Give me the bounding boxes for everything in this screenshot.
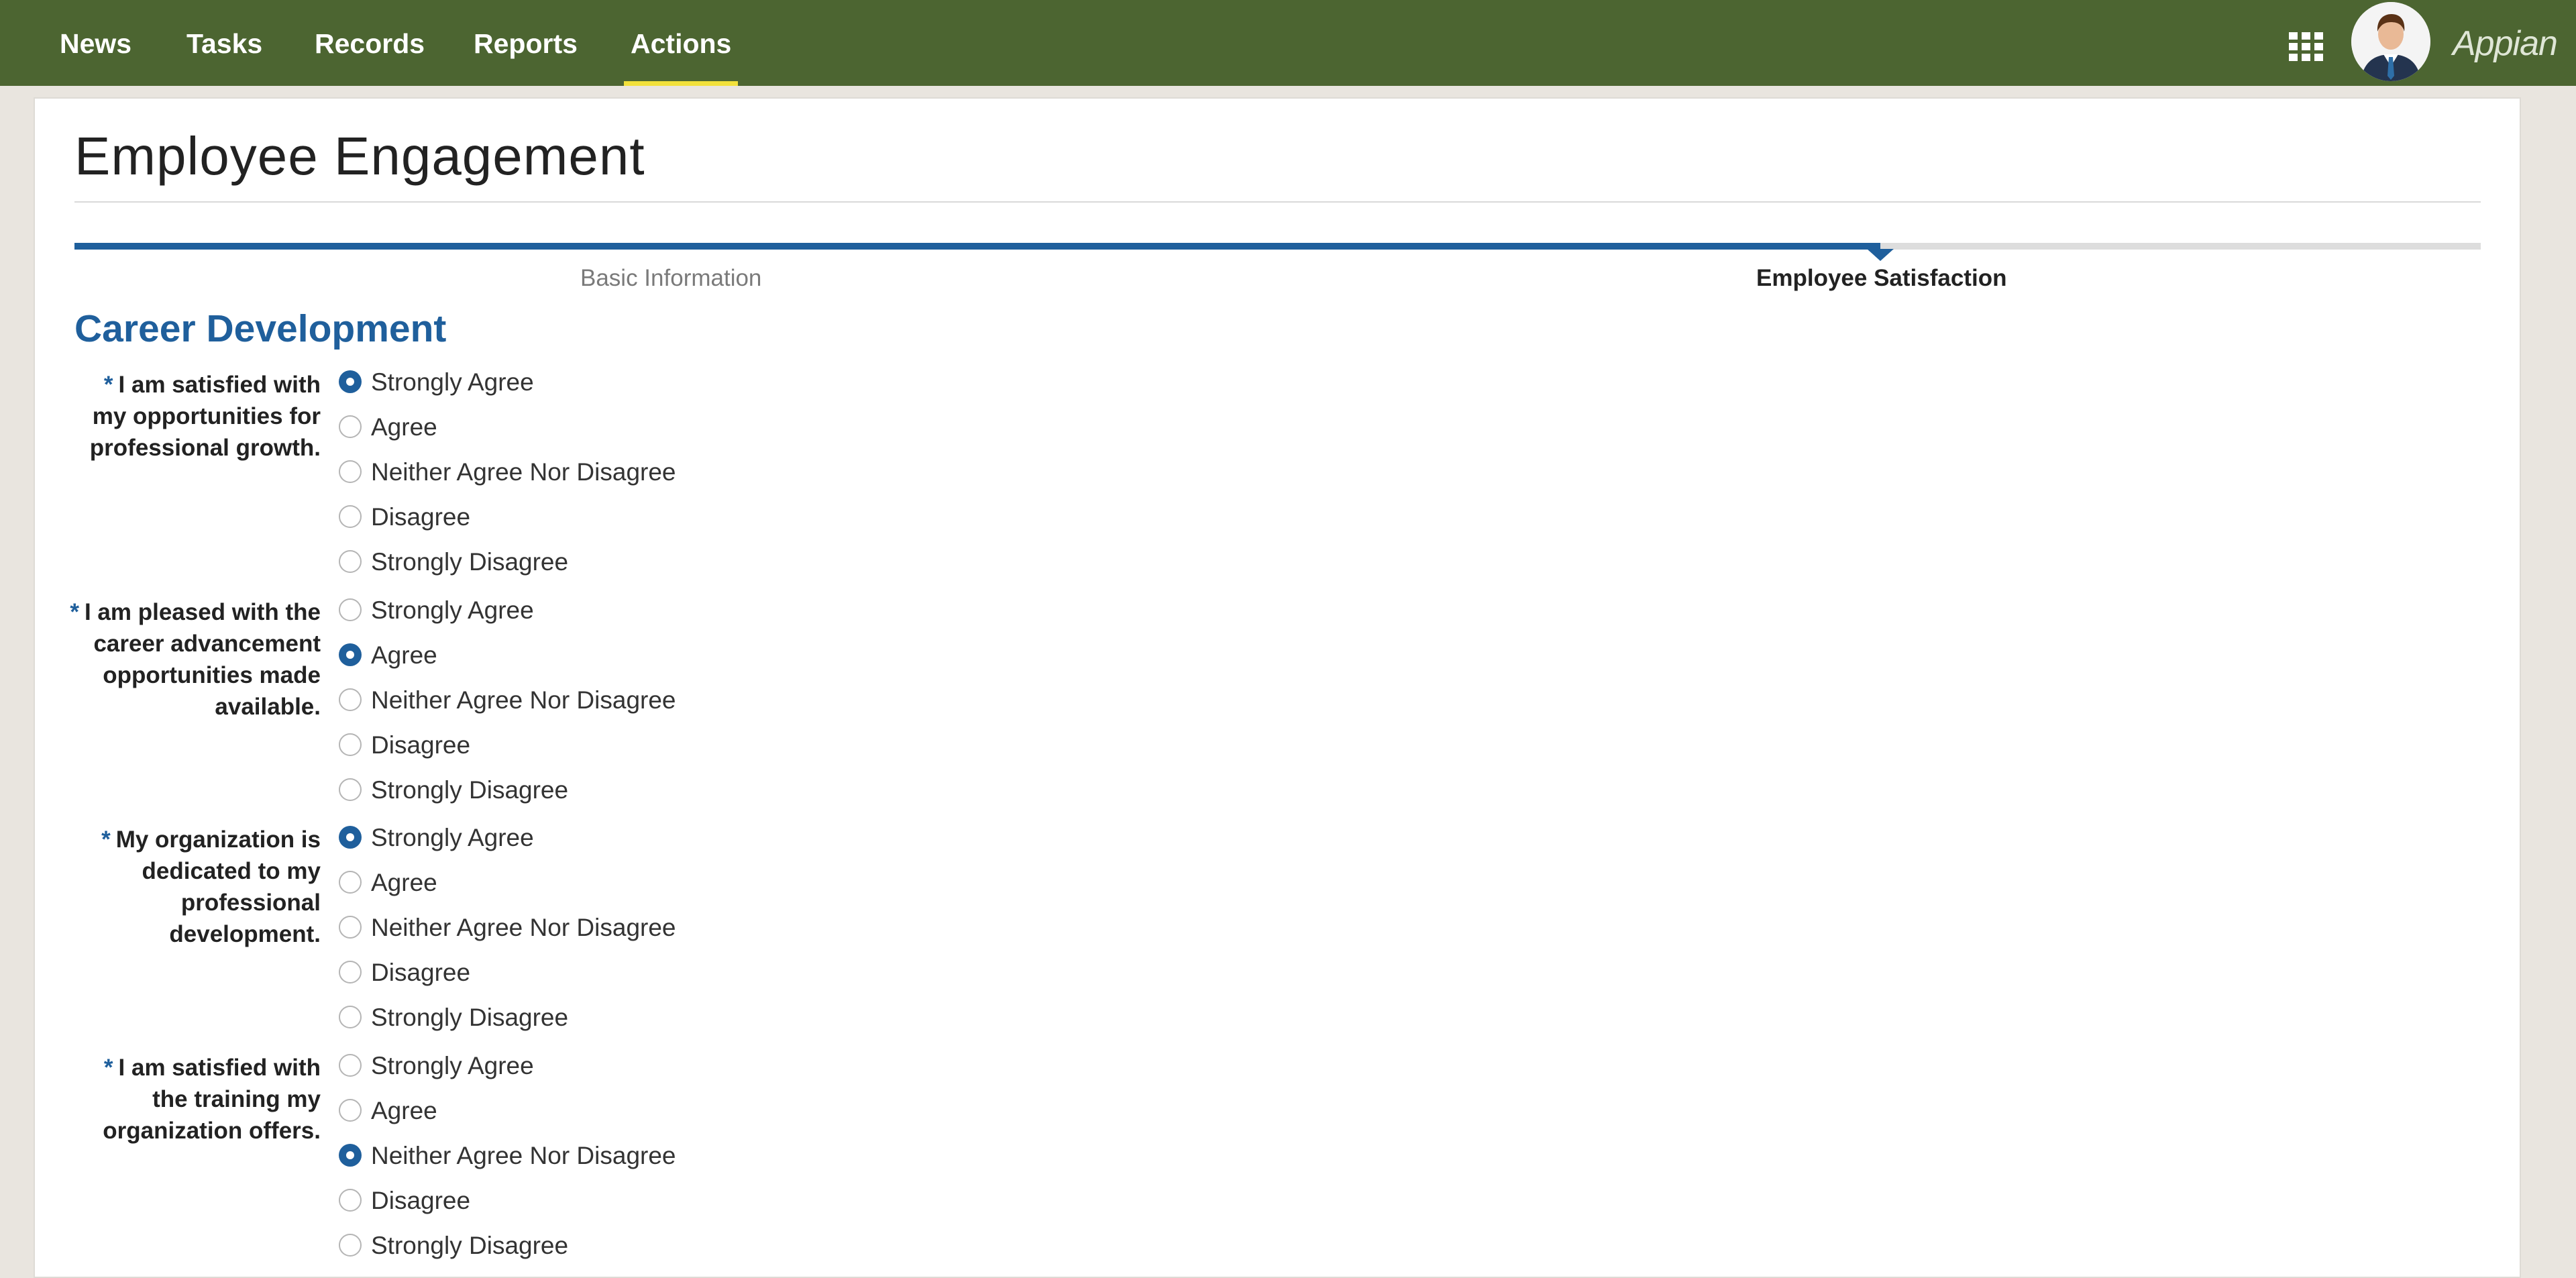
radio-option[interactable]: Neither Agree Nor Disagree bbox=[339, 1139, 676, 1173]
user-icon bbox=[2351, 2, 2430, 81]
radio-unchecked-icon[interactable] bbox=[339, 688, 362, 712]
radio-option-label[interactable]: Disagree bbox=[371, 731, 470, 759]
radio-checked-icon[interactable] bbox=[339, 1144, 362, 1167]
radio-unchecked-icon[interactable] bbox=[339, 871, 362, 894]
question-label: * I am satisfied with the training my org… bbox=[66, 1052, 321, 1147]
radio-option-label[interactable]: Agree bbox=[371, 1097, 437, 1124]
question-text: My organization is dedicated to my profe… bbox=[115, 827, 321, 947]
radio-unchecked-icon[interactable] bbox=[339, 961, 362, 984]
radio-option[interactable]: Disagree bbox=[339, 729, 470, 762]
radio-option-label[interactable]: Strongly Disagree bbox=[371, 776, 568, 804]
radio-checked-icon[interactable] bbox=[339, 826, 362, 849]
radio-option[interactable]: Neither Agree Nor Disagree bbox=[339, 911, 676, 945]
radio-option-label[interactable]: Neither Agree Nor Disagree bbox=[371, 914, 676, 941]
radio-option-label[interactable]: Disagree bbox=[371, 1187, 470, 1214]
required-asterisk: * bbox=[103, 1055, 113, 1081]
radio-option-label[interactable]: Agree bbox=[371, 413, 437, 441]
radio-option[interactable]: Strongly Agree bbox=[339, 1049, 534, 1083]
appian-logo: Appian bbox=[2453, 24, 2558, 63]
radio-unchecked-icon[interactable] bbox=[339, 1189, 362, 1212]
question-label: * I am satisfied with my opportunities fo… bbox=[66, 369, 321, 464]
radio-option-label[interactable]: Strongly Agree bbox=[371, 824, 534, 851]
radio-option-label[interactable]: Neither Agree Nor Disagree bbox=[371, 458, 676, 486]
radio-option[interactable]: Agree bbox=[339, 411, 437, 444]
title-divider bbox=[74, 201, 2481, 203]
radio-unchecked-icon[interactable] bbox=[339, 733, 362, 757]
radio-checked-icon[interactable] bbox=[339, 643, 362, 667]
radio-option[interactable]: Disagree bbox=[339, 500, 470, 534]
nav-tab-actions[interactable]: Actions bbox=[623, 0, 739, 86]
radio-option[interactable]: Neither Agree Nor Disagree bbox=[339, 456, 676, 489]
radio-unchecked-icon[interactable] bbox=[339, 415, 362, 439]
radio-option[interactable]: Strongly Agree bbox=[339, 821, 534, 855]
required-asterisk: * bbox=[103, 372, 113, 398]
user-avatar[interactable] bbox=[2351, 2, 2430, 81]
required-asterisk: * bbox=[101, 827, 111, 853]
nav-tab-tasks[interactable]: Tasks bbox=[186, 0, 262, 86]
question-text: I am pleased with the career advancement… bbox=[84, 599, 321, 720]
top-nav-bar: News Tasks Records Reports Actions Appia… bbox=[0, 0, 2576, 86]
radio-option[interactable]: Agree bbox=[339, 866, 437, 900]
radio-option-label[interactable]: Strongly Agree bbox=[371, 1052, 534, 1079]
wizard-progress-fill bbox=[74, 243, 1880, 250]
radio-option[interactable]: Agree bbox=[339, 1094, 437, 1128]
radio-unchecked-icon[interactable] bbox=[339, 1234, 362, 1257]
radio-option-label[interactable]: Disagree bbox=[371, 959, 470, 986]
radio-option[interactable]: Disagree bbox=[339, 1184, 470, 1218]
radio-unchecked-icon[interactable] bbox=[339, 460, 362, 484]
radio-option-label[interactable]: Strongly Agree bbox=[371, 596, 534, 624]
question-label: * My organization is dedicated to my prof… bbox=[66, 824, 321, 950]
radio-option[interactable]: Strongly Disagree bbox=[339, 545, 568, 579]
radio-option[interactable]: Neither Agree Nor Disagree bbox=[339, 684, 676, 717]
radio-option-label[interactable]: Agree bbox=[371, 869, 437, 896]
question-text: I am satisfied with my opportunities for… bbox=[89, 372, 321, 461]
step-employee-satisfaction[interactable]: Employee Satisfaction bbox=[1756, 263, 2006, 294]
radio-unchecked-icon[interactable] bbox=[339, 916, 362, 939]
radio-unchecked-icon[interactable] bbox=[339, 550, 362, 574]
apps-grid-icon[interactable] bbox=[2289, 32, 2324, 62]
radio-option-label[interactable]: Agree bbox=[371, 641, 437, 669]
radio-unchecked-icon[interactable] bbox=[339, 778, 362, 802]
section-heading: Career Development bbox=[74, 307, 447, 350]
nav-tab-reports[interactable]: Reports bbox=[474, 0, 578, 86]
radio-unchecked-icon[interactable] bbox=[339, 598, 362, 622]
required-asterisk: * bbox=[70, 599, 79, 625]
step-basic-information[interactable]: Basic Information bbox=[580, 263, 761, 294]
radio-checked-icon[interactable] bbox=[339, 370, 362, 394]
radio-option[interactable]: Strongly Agree bbox=[339, 366, 534, 399]
nav-tab-news[interactable]: News bbox=[60, 0, 131, 86]
radio-option-label[interactable]: Strongly Agree bbox=[371, 368, 534, 396]
radio-option-label[interactable]: Disagree bbox=[371, 503, 470, 531]
radio-option[interactable]: Strongly Agree bbox=[339, 594, 534, 627]
radio-option[interactable]: Strongly Disagree bbox=[339, 1001, 568, 1034]
nav-tab-records[interactable]: Records bbox=[315, 0, 425, 86]
radio-option-label[interactable]: Strongly Disagree bbox=[371, 1004, 568, 1031]
radio-option[interactable]: Disagree bbox=[339, 956, 470, 990]
radio-unchecked-icon[interactable] bbox=[339, 505, 362, 529]
radio-option[interactable]: Strongly Disagree bbox=[339, 1229, 568, 1263]
radio-option-label[interactable]: Strongly Disagree bbox=[371, 1232, 568, 1259]
radio-unchecked-icon[interactable] bbox=[339, 1054, 362, 1077]
radio-option-label[interactable]: Neither Agree Nor Disagree bbox=[371, 1142, 676, 1169]
radio-option[interactable]: Strongly Disagree bbox=[339, 774, 568, 807]
current-step-marker-icon bbox=[1867, 249, 1894, 261]
page-title: Employee Engagement bbox=[74, 126, 645, 186]
radio-option-label[interactable]: Strongly Disagree bbox=[371, 548, 568, 576]
radio-unchecked-icon[interactable] bbox=[339, 1006, 362, 1029]
radio-unchecked-icon[interactable] bbox=[339, 1099, 362, 1122]
radio-option-label[interactable]: Neither Agree Nor Disagree bbox=[371, 686, 676, 714]
radio-option[interactable]: Agree bbox=[339, 639, 437, 672]
question-label: * I am pleased with the career advancemen… bbox=[66, 596, 321, 723]
question-text: I am satisfied with the training my orga… bbox=[103, 1055, 321, 1144]
